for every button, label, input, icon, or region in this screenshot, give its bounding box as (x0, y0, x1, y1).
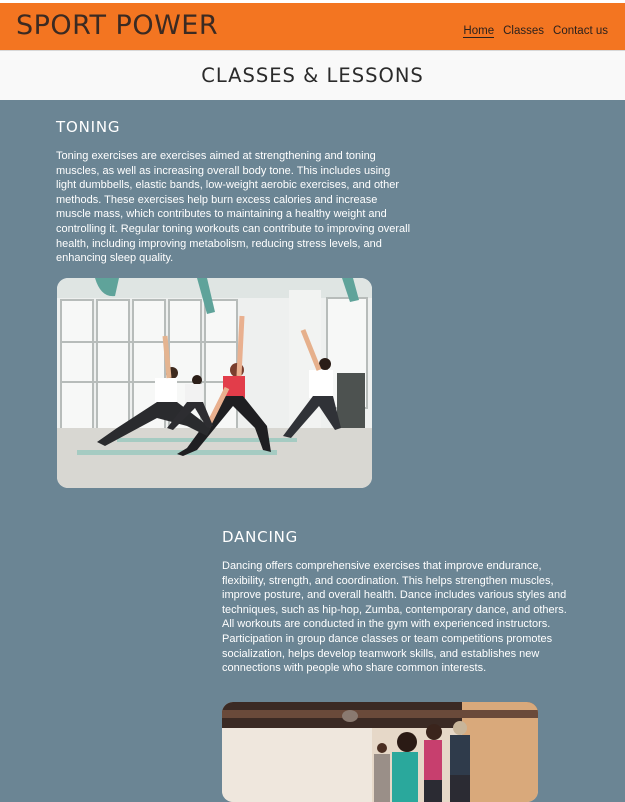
page-title: CLASSES & LESSONS (201, 64, 424, 87)
dance-class-photo (222, 702, 538, 802)
brand-logo[interactable]: SPORT POWER (16, 10, 218, 41)
nav-classes-link[interactable]: Classes (503, 25, 544, 38)
dancing-description: Dancing offers comprehensive exercises t… (222, 560, 567, 675)
site-header: SPORT POWER Home Classes Contact us (0, 0, 625, 50)
title-bar: CLASSES & LESSONS (0, 50, 625, 100)
toning-description: Toning exercises are exercises aimed at … (56, 150, 411, 265)
yoga-class-photo (57, 278, 372, 488)
main-nav: Home Classes Contact us (463, 25, 608, 38)
nav-home-link[interactable]: Home (463, 25, 495, 38)
toning-heading: TONING (56, 118, 121, 136)
toning-section: TONING Toning exercises are exercises ai… (56, 118, 416, 266)
nav-contact-link[interactable]: Contact us (553, 25, 608, 38)
dancing-section: DANCING Dancing offers comprehensive exe… (222, 528, 582, 676)
dancing-heading: DANCING (222, 528, 299, 546)
